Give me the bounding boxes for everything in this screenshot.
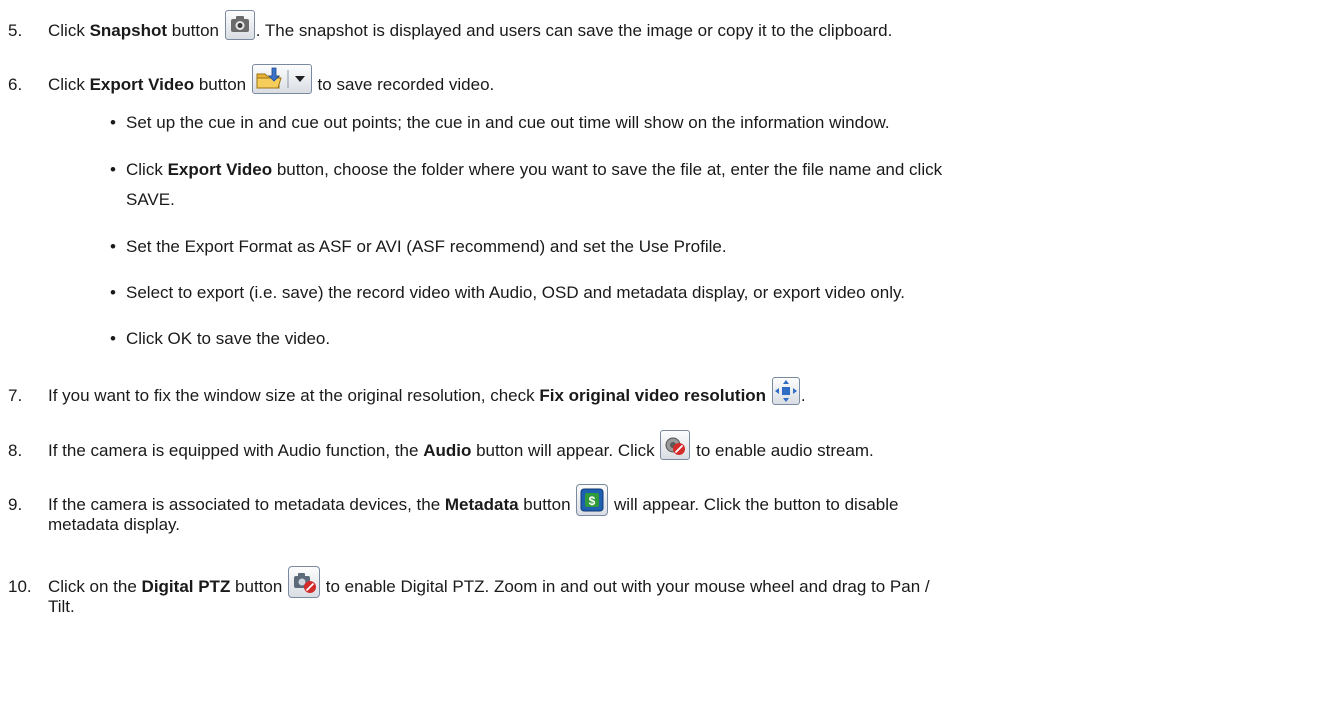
step-5: 5. Click Snapshot button . The snapshot i…: [8, 10, 892, 42]
fix-resolution-button-icon: [771, 377, 800, 405]
document-page: 5. Click Snapshot button . The snapshot i…: [0, 0, 1317, 724]
step-number: 8.: [8, 441, 23, 460]
step-6: 6. Click Export Video button to save reco…: [8, 64, 494, 96]
step-10: 10. Click on the Digital PTZ button to en…: [8, 566, 930, 598]
step-8: 8. If the camera is equipped with Audio f…: [8, 430, 874, 462]
bullet-item-continuation: SAVE.: [126, 190, 175, 209]
step-number: 10.: [8, 577, 32, 596]
step-9: 9. If the camera is associated to metadat…: [8, 484, 898, 516]
step-number: 6.: [8, 75, 23, 94]
audio-label: Audio: [423, 441, 472, 460]
step-10-continuation: Tilt.: [48, 597, 75, 616]
snapshot-button-camera-icon: [224, 10, 255, 40]
step-number: 7.: [8, 386, 23, 405]
metadata-label: Metadata: [444, 495, 519, 514]
audio-button-icon: [660, 430, 691, 460]
fix-resolution-label: Fix original video resolution: [539, 386, 767, 405]
export-video-label: Export Video: [89, 75, 195, 94]
bullet-item: • Set up the cue in and cue out points; t…: [110, 113, 890, 132]
step-number: 5.: [8, 21, 23, 40]
bullet-item: • Set the Export Format as ASF or AVI (AS…: [110, 237, 727, 256]
svg-text:$: $: [589, 494, 596, 508]
snapshot-label: Snapshot: [89, 21, 168, 40]
bullet-item: • Click Export Video button, choose the f…: [110, 160, 943, 179]
metadata-button-icon: $: [576, 484, 609, 516]
bullet-item: • Select to export (i.e. save) the record…: [110, 283, 905, 302]
digital-ptz-label: Digital PTZ: [141, 577, 231, 596]
export-video-button-folder-export-icon: [251, 64, 312, 94]
step-9-continuation: metadata display.: [48, 515, 180, 534]
step-7: 7. If you want to fix the window size at …: [8, 377, 806, 407]
digital-ptz-button-icon: [288, 566, 321, 598]
bullet-item: • Click OK to save the video.: [110, 329, 331, 348]
step-number: 9.: [8, 495, 23, 514]
